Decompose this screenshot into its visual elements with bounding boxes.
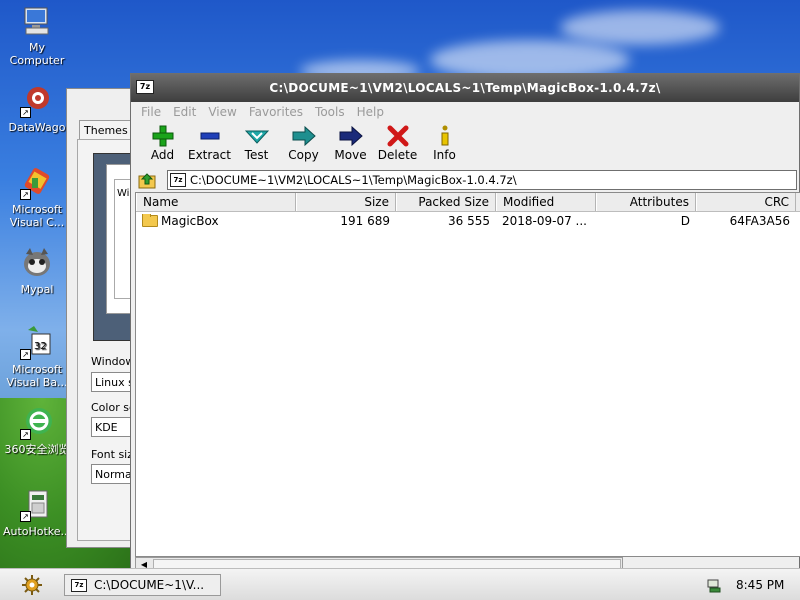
cell-packed-size: 36 555 xyxy=(448,214,490,228)
datawago-icon: ↗ xyxy=(20,84,54,118)
test-label: Test xyxy=(244,148,269,162)
tray-network-icon[interactable] xyxy=(706,577,722,593)
menu-view[interactable]: View xyxy=(202,105,242,119)
add-button[interactable]: Add xyxy=(139,122,186,162)
desktop-icon-label: Microsoft xyxy=(11,363,63,376)
extract-button[interactable]: Extract xyxy=(186,122,233,162)
delete-button[interactable]: Delete xyxy=(374,122,421,162)
desktop-icon-360-browser[interactable]: ↗ 360安全浏览 xyxy=(2,406,72,456)
delete-label: Delete xyxy=(377,148,418,162)
theme-preview: Wi xyxy=(93,153,136,341)
column-size[interactable]: Size xyxy=(296,193,396,211)
extract-label: Extract xyxy=(188,148,231,162)
info-icon xyxy=(441,125,448,146)
desktop-icon-label: 360安全浏览 xyxy=(4,443,70,456)
cell-modified: 2018-09-07 ... xyxy=(502,214,587,228)
desktop-icon-visual-basic[interactable]: 32 ↗ Microsoft Visual Ba... xyxy=(2,326,72,389)
add-label: Add xyxy=(150,148,175,162)
svg-text:32: 32 xyxy=(34,341,47,352)
cell-size: 191 689 xyxy=(340,214,390,228)
menu-file[interactable]: File xyxy=(135,105,167,119)
clock[interactable]: 8:45 PM xyxy=(736,578,784,592)
shortcut-arrow-icon: ↗ xyxy=(20,189,31,200)
shortcut-arrow-icon: ↗ xyxy=(20,107,31,118)
extract-icon xyxy=(200,132,219,140)
column-modified[interactable]: Modified xyxy=(496,193,596,211)
task-label: C:\DOCUME~1\V... xyxy=(94,578,205,592)
menu-bar: File Edit View Favorites Tools Help xyxy=(131,102,799,122)
desktop-icon-my-computer[interactable]: My Computer xyxy=(2,4,72,67)
menu-edit[interactable]: Edit xyxy=(167,105,202,119)
desktop-icon-label: Visual Ba... xyxy=(6,376,68,389)
shortcut-arrow-icon: ↗ xyxy=(20,349,31,360)
desktop-icon-label: Mypal xyxy=(20,283,54,296)
taskbar-item-archive[interactable]: 7z C:\DOCUME~1\V... xyxy=(64,574,221,596)
task-7z-icon: 7z xyxy=(71,578,87,592)
test-button[interactable]: Test xyxy=(233,122,280,162)
move-button[interactable]: Move xyxy=(327,122,374,162)
desktop-icon-label: AutoHotke... xyxy=(2,525,72,538)
desktop-icon-label: Computer xyxy=(9,54,65,67)
visual-c-icon: ↗ xyxy=(20,166,54,200)
up-folder-button[interactable] xyxy=(135,169,159,191)
start-menu-icon xyxy=(22,575,42,595)
taskbar: 7z C:\DOCUME~1\V... 8:45 PM xyxy=(0,568,800,600)
shortcut-arrow-icon: ↗ xyxy=(20,429,31,440)
column-crc[interactable]: CRC xyxy=(696,193,796,211)
desktop-icon-label: Microsoft xyxy=(11,203,63,216)
menu-help[interactable]: Help xyxy=(351,105,390,119)
window-title: C:\DOCUME~1\VM2\LOCALS~1\Temp\MagicBox-1… xyxy=(269,81,661,95)
path-text: C:\DOCUME~1\VM2\LOCALS~1\Temp\MagicBox-1… xyxy=(190,173,517,187)
shortcut-arrow-icon: ↗ xyxy=(20,511,31,522)
menu-favorites[interactable]: Favorites xyxy=(243,105,309,119)
column-header: Name Size Packed Size Modified Attribute… xyxy=(136,193,800,212)
archive-icon: 7z xyxy=(170,173,186,187)
cloud xyxy=(560,10,720,45)
cell-crc: 64FA3A56 xyxy=(729,214,790,228)
test-icon xyxy=(244,130,269,144)
desktop-icon-visual-c[interactable]: ↗ Microsoft Visual C... xyxy=(2,166,72,229)
start-button[interactable] xyxy=(14,574,50,596)
archive-window[interactable]: 7z C:\DOCUME~1\VM2\LOCALS~1\Temp\MagicBo… xyxy=(130,73,800,578)
file-list[interactable]: Name Size Packed Size Modified Attribute… xyxy=(135,192,800,557)
column-packed-size[interactable]: Packed Size xyxy=(396,193,496,211)
desktop-icon-label: Visual C... xyxy=(9,216,65,229)
folder-icon xyxy=(142,214,158,227)
autohotkey-icon: ↗ xyxy=(20,488,54,522)
cell-name: MagicBox xyxy=(136,214,296,228)
title-bar[interactable]: 7z C:\DOCUME~1\VM2\LOCALS~1\Temp\MagicBo… xyxy=(131,74,799,102)
address-bar: 7z C:\DOCUME~1\VM2\LOCALS~1\Temp\MagicBo… xyxy=(131,168,800,192)
360-browser-icon: ↗ xyxy=(20,406,54,440)
delete-icon xyxy=(387,125,408,147)
path-input[interactable]: 7z C:\DOCUME~1\VM2\LOCALS~1\Temp\MagicBo… xyxy=(167,170,797,190)
desktop-icon-label: My xyxy=(28,41,45,54)
desktop-icon-mypal[interactable]: Mypal xyxy=(2,246,72,296)
visual-basic-icon: 32 ↗ xyxy=(20,326,54,360)
move-icon xyxy=(339,125,363,147)
desktop-icon-datawago[interactable]: ↗ DataWago xyxy=(2,84,72,134)
computer-icon xyxy=(20,4,54,38)
column-name[interactable]: Name xyxy=(136,193,296,211)
copy-button[interactable]: Copy xyxy=(280,122,327,162)
desktop-icon-label: DataWago xyxy=(8,121,66,134)
move-label: Move xyxy=(334,148,367,162)
mypal-icon xyxy=(20,246,54,280)
up-folder-icon xyxy=(138,173,156,189)
desktop-icon-autohotkey[interactable]: ↗ AutoHotke... xyxy=(2,488,72,538)
copy-icon xyxy=(292,125,316,147)
copy-label: Copy xyxy=(288,148,319,162)
file-name: MagicBox xyxy=(161,214,219,228)
cell-attributes: D xyxy=(680,214,690,228)
info-label: Info xyxy=(433,148,456,162)
toolbar: Add Extract Test Copy Move Delete Info xyxy=(131,122,799,166)
add-icon xyxy=(152,125,173,147)
info-button[interactable]: Info xyxy=(421,122,468,162)
column-attributes[interactable]: Attributes xyxy=(596,193,696,211)
menu-tools[interactable]: Tools xyxy=(309,105,351,119)
table-row[interactable]: MagicBox 191 689 36 555 2018-09-07 ... D… xyxy=(136,212,800,230)
